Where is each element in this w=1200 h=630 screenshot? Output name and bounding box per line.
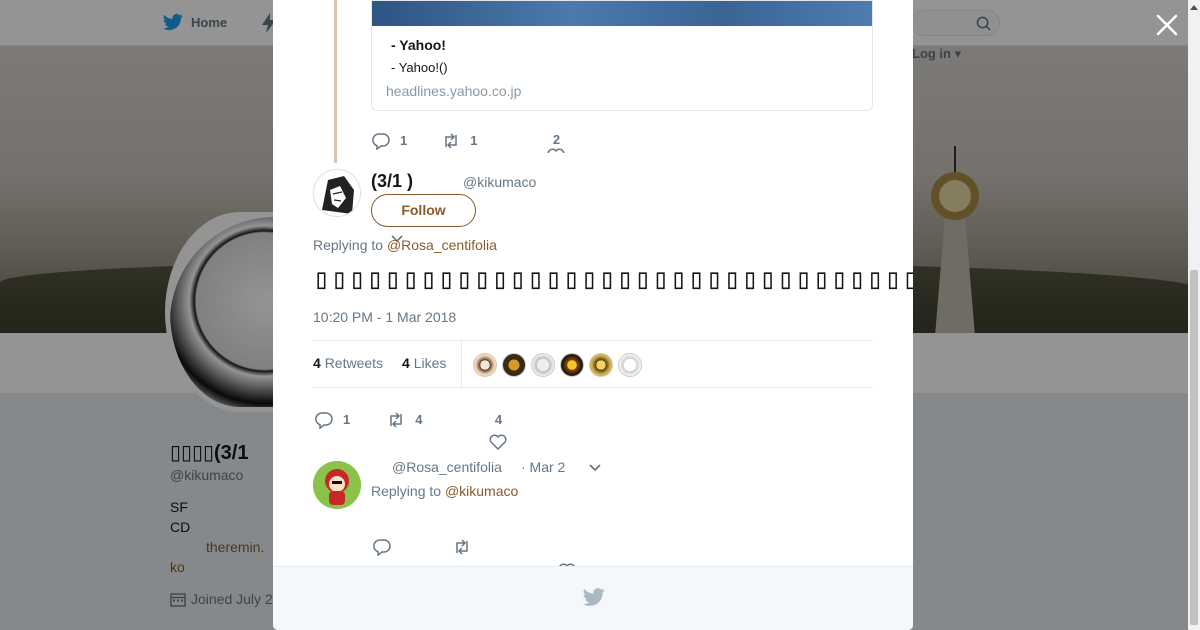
replying-to-link[interactable]: @Rosa_centifolia [387, 237, 497, 253]
link-card-domain: headlines.yahoo.co.jp [386, 83, 522, 99]
link-card-image [372, 1, 872, 26]
close-icon[interactable] [1155, 13, 1179, 37]
reply-count: 1 [343, 412, 351, 427]
like-button[interactable]: 2 [547, 132, 565, 153]
tweet-timestamp[interactable]: 10:20 PM - 1 Mar 2018 [313, 309, 456, 325]
reply-date[interactable]: · Mar 2 [521, 459, 565, 475]
retweets-stat-count: 4 [313, 355, 321, 371]
retweet-icon [390, 411, 402, 428]
reply-button[interactable]: 1 [372, 132, 407, 150]
chevron-down-icon[interactable] [588, 463, 602, 473]
liker-avatar[interactable] [618, 353, 642, 377]
retweets-stat[interactable]: 4 Retweets [313, 355, 383, 371]
thread-connector [334, 0, 337, 163]
like-button[interactable]: 4 [489, 412, 507, 451]
likes-stat[interactable]: 4 Likes [402, 355, 446, 371]
liker-avatar[interactable] [589, 353, 613, 377]
tweet-modal: - Yahoo! - Yahoo!() headlines.yahoo.co.j… [273, 0, 913, 630]
retweet-button[interactable]: 4 [387, 411, 422, 429]
scrollbar-thumb[interactable] [1190, 270, 1198, 625]
reply-tweet-actions [373, 538, 576, 580]
retweet-button[interactable] [453, 538, 471, 556]
link-card[interactable]: - Yahoo! - Yahoo!() headlines.yahoo.co.j… [371, 0, 873, 111]
reply-replying-prefix: Replying to [371, 483, 445, 499]
liker-avatar[interactable] [560, 353, 584, 377]
link-card-description: - Yahoo!() [391, 60, 448, 75]
retweet-count: 4 [415, 412, 423, 427]
liker-avatar[interactable] [502, 353, 526, 377]
reply-author-handle[interactable]: @Rosa_centifolia [392, 459, 502, 475]
retweet-button[interactable]: 1 [442, 132, 477, 150]
reply-count: 1 [400, 133, 408, 148]
retweet-icon [445, 132, 457, 149]
reply-button[interactable] [373, 538, 391, 556]
replying-to: Replying to @Rosa_centifolia [313, 237, 497, 253]
stats-divider [461, 341, 462, 387]
liker-avatar[interactable] [473, 353, 497, 377]
reply-replying-to-link[interactable]: @kikumaco [445, 483, 518, 499]
link-card-title: - Yahoo! [391, 37, 446, 53]
follow-button[interactable]: Follow [371, 194, 476, 227]
liker-avatar[interactable] [531, 353, 555, 377]
main-tweet-actions: 1 4 4 [315, 400, 507, 451]
reply-author-avatar[interactable] [313, 461, 361, 509]
reply-button[interactable]: 1 [315, 411, 350, 429]
replying-prefix: Replying to [313, 237, 387, 253]
retweet-icon [456, 539, 468, 555]
twitter-bird-icon [583, 588, 605, 606]
reply-replying-to: Replying to @kikumaco [371, 483, 518, 499]
retweets-stat-label: Retweets [324, 355, 384, 371]
tweet-stats: 4 Retweets 4 Likes [313, 340, 873, 388]
thread-tweet-actions: 1 1 2 [372, 130, 565, 153]
scroll-up-arrow-icon[interactable] [1188, 0, 1200, 14]
author-name[interactable]: (3/1 ) [371, 171, 413, 192]
like-count: 4 [494, 412, 503, 427]
reply-icon [372, 132, 390, 150]
modal-footer [273, 566, 913, 630]
author-handle[interactable]: @kikumaco [463, 174, 536, 190]
heart-icon [489, 434, 507, 451]
author-avatar[interactable] [313, 169, 361, 217]
reply-icon [373, 539, 391, 556]
reply-icon [315, 411, 333, 429]
heart-icon [547, 148, 565, 153]
likes-stat-label: Likes [413, 355, 447, 371]
like-count: 2 [552, 132, 561, 147]
tweet-text: ▯▯▯▯▯▯▯▯▯▯▯▯▯▯▯▯▯▯▯▯▯▯▯▯▯▯▯▯▯▯▯▯▯▯▯▯▯▯▯ [313, 262, 913, 295]
retweet-count: 1 [470, 133, 478, 148]
likes-stat-count: 4 [402, 355, 410, 371]
